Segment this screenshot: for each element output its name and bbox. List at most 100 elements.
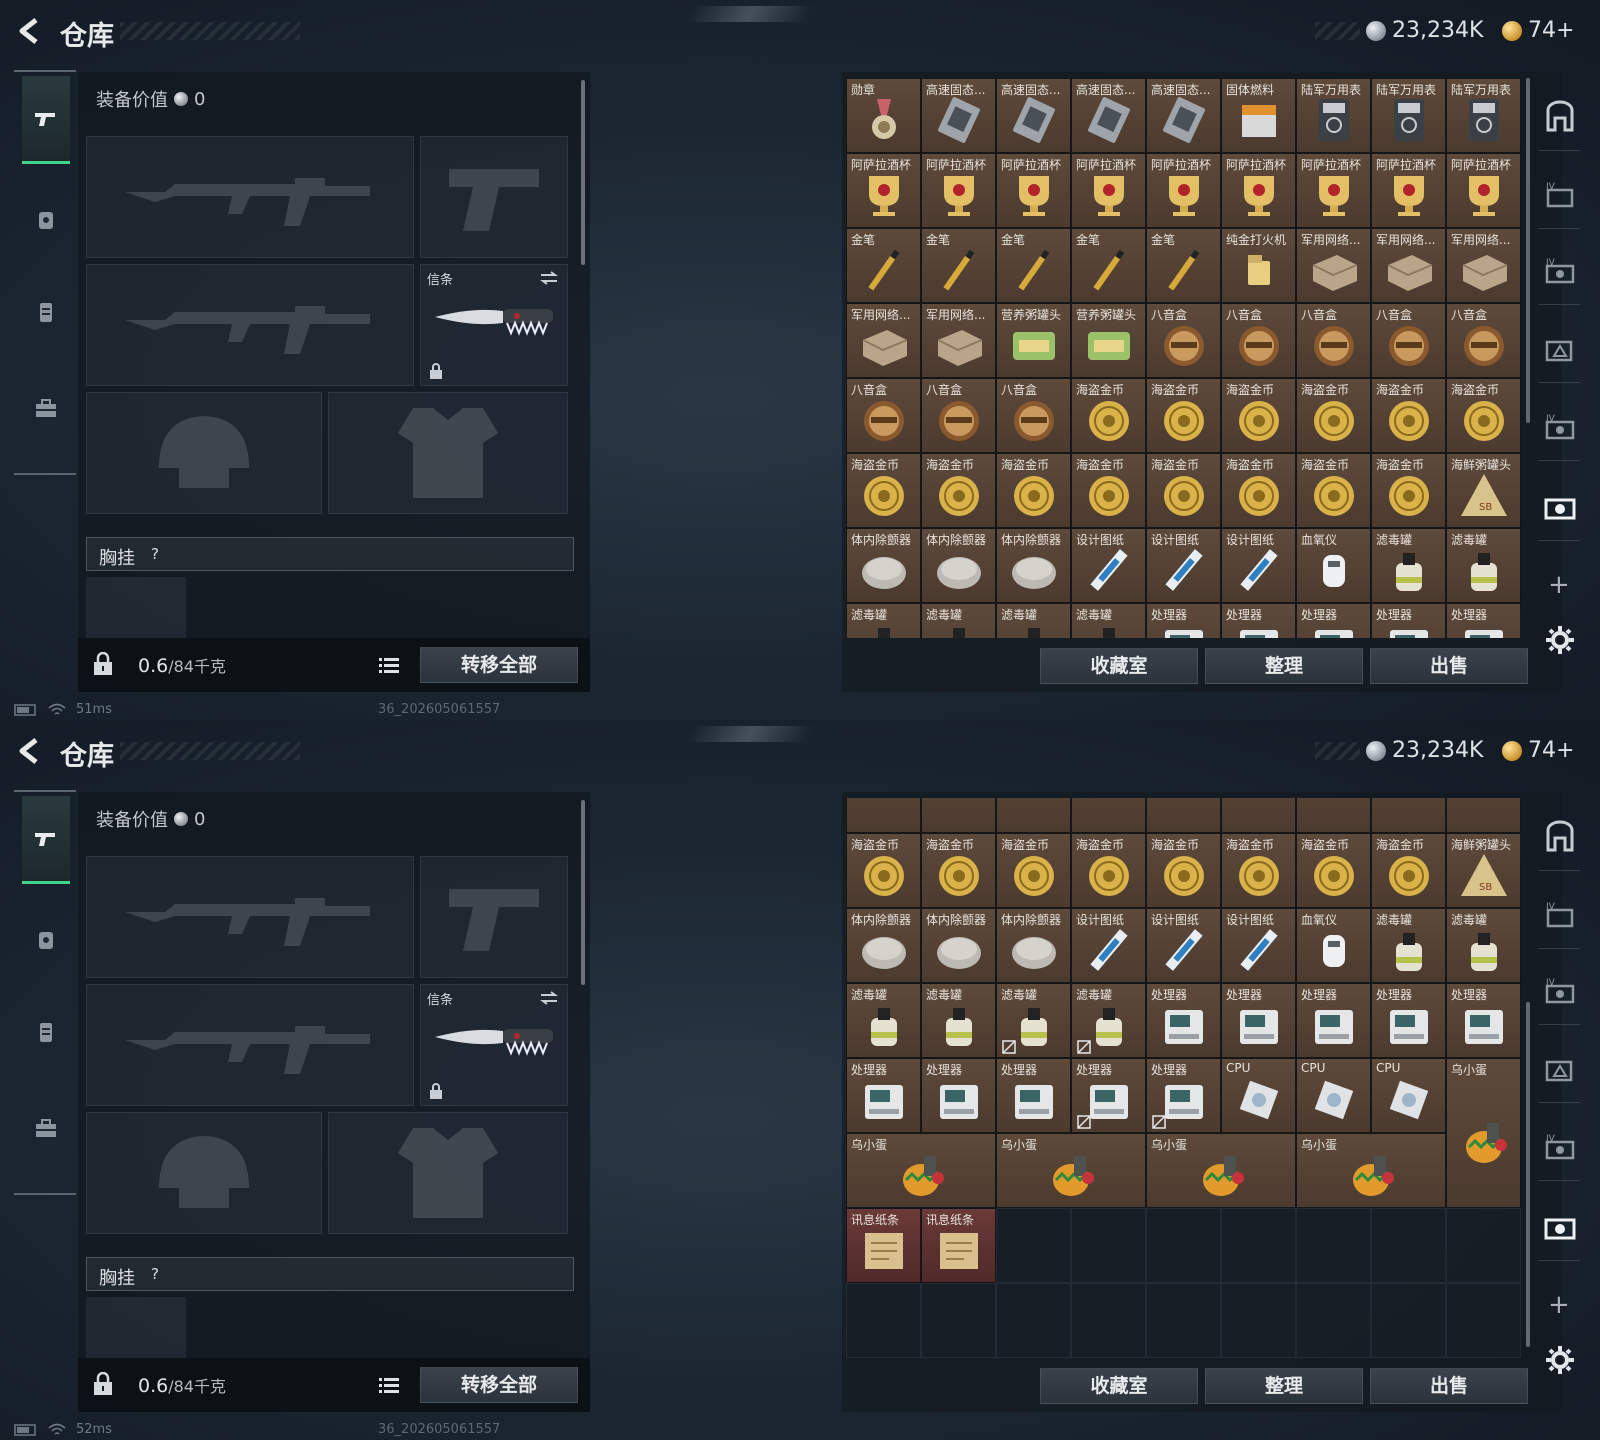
storage-item[interactable]: 军用网络... bbox=[846, 303, 921, 378]
storage-item[interactable]: 八音盒 bbox=[996, 378, 1071, 453]
storage-item[interactable]: 海盗金币 bbox=[1371, 833, 1446, 908]
storage-item[interactable]: 纯金打火机 bbox=[1221, 228, 1296, 303]
equipment-scrollbar[interactable] bbox=[581, 80, 585, 265]
storage-tab-active-icon[interactable] bbox=[1542, 490, 1578, 526]
storage-tab-active-icon[interactable] bbox=[1542, 1210, 1578, 1246]
gear-icon[interactable] bbox=[1544, 1344, 1576, 1376]
storage-tab-camera-icon[interactable]: IV bbox=[1542, 254, 1578, 290]
chest-rig-slot[interactable] bbox=[86, 1297, 186, 1359]
storage-item[interactable]: 滤毒罐 bbox=[1446, 528, 1521, 603]
storage-tab-triangle-icon[interactable] bbox=[1542, 332, 1578, 368]
safe-box-icon[interactable] bbox=[1542, 100, 1578, 136]
nav-weapons[interactable] bbox=[22, 76, 70, 164]
storage-item[interactable]: 海盗金币 bbox=[1371, 453, 1446, 528]
storage-item[interactable]: 海盗金币 bbox=[1221, 833, 1296, 908]
storage-tab-camera-icon[interactable]: IV bbox=[1542, 974, 1578, 1010]
storage-item[interactable]: 阿萨拉酒杯 bbox=[996, 153, 1071, 228]
storage-item[interactable]: 金笔 bbox=[1071, 228, 1146, 303]
storage-item[interactable]: 海盗金币 bbox=[1446, 378, 1521, 453]
storage-item[interactable]: 八音盒 bbox=[1371, 303, 1446, 378]
storage-item[interactable]: 阿萨拉酒杯 bbox=[1446, 153, 1521, 228]
storage-item[interactable]: 处理器 bbox=[996, 1058, 1071, 1133]
helmet-slot[interactable] bbox=[86, 392, 322, 514]
storage-item[interactable]: 阿萨拉酒杯 bbox=[846, 153, 921, 228]
storage-item[interactable]: 处理器 bbox=[846, 1058, 921, 1133]
help-icon[interactable]: ? bbox=[145, 544, 165, 564]
storage-item[interactable]: 海盗金币 bbox=[1146, 833, 1221, 908]
storage-item[interactable]: CPU bbox=[1296, 1058, 1371, 1133]
storage-item[interactable]: 陆军万用表 bbox=[1371, 78, 1446, 153]
storage-item[interactable]: 八音盒 bbox=[846, 378, 921, 453]
storage-item[interactable]: 体内除颤器 bbox=[846, 908, 921, 983]
storage-item[interactable]: 滤毒罐 bbox=[1446, 908, 1521, 983]
back-arrow-icon[interactable] bbox=[14, 16, 44, 46]
storage-item[interactable]: 滤毒罐 bbox=[996, 983, 1071, 1058]
storage-item[interactable]: 海盗金币 bbox=[996, 453, 1071, 528]
storage-item[interactable]: 海盗金币 bbox=[921, 453, 996, 528]
add-tab-icon[interactable]: + bbox=[1548, 1290, 1570, 1320]
storage-item[interactable]: 处理器 bbox=[1146, 1058, 1221, 1133]
storage-item[interactable]: 金笔 bbox=[996, 228, 1071, 303]
storage-item[interactable]: 血氧仪 bbox=[1296, 908, 1371, 983]
body-armor-slot[interactable] bbox=[328, 392, 568, 514]
storage-item[interactable]: 陆军万用表 bbox=[1296, 78, 1371, 153]
storage-item[interactable]: 滤毒罐 bbox=[1371, 528, 1446, 603]
swap-icon[interactable] bbox=[539, 271, 559, 285]
storage-item[interactable]: 滤毒罐 bbox=[1071, 983, 1146, 1058]
storage-item[interactable]: 体内除颤器 bbox=[921, 908, 996, 983]
storage-item[interactable]: 阿萨拉酒杯 bbox=[1071, 153, 1146, 228]
storage-item[interactable] bbox=[846, 798, 921, 833]
storage-item[interactable]: 高速固态... bbox=[1071, 78, 1146, 153]
melee-slot[interactable]: 信条 bbox=[420, 264, 568, 386]
helmet-slot[interactable] bbox=[86, 1112, 322, 1234]
storage-item[interactable]: 海盗金币 bbox=[1146, 378, 1221, 453]
storage-item[interactable]: 高速固态... bbox=[996, 78, 1071, 153]
sort-button[interactable]: 整理 bbox=[1205, 1368, 1363, 1404]
storage-item[interactable]: 滤毒罐 bbox=[846, 983, 921, 1058]
storage-item[interactable]: 乌小蛋 bbox=[1296, 1133, 1446, 1208]
storage-item[interactable]: 乌小蛋 bbox=[1146, 1133, 1296, 1208]
back-arrow-icon[interactable] bbox=[14, 736, 44, 766]
storage-item[interactable]: 海盗金币 bbox=[1146, 453, 1221, 528]
storage-item[interactable]: 滤毒罐 bbox=[921, 983, 996, 1058]
storage-item[interactable]: 设计图纸 bbox=[1221, 528, 1296, 603]
storage-item[interactable]: 海盗金币 bbox=[1371, 378, 1446, 453]
storage-item[interactable]: 海盗金币 bbox=[846, 833, 921, 908]
storage-item[interactable]: 处理器 bbox=[1071, 1058, 1146, 1133]
storage-item[interactable]: 海盗金币 bbox=[1296, 833, 1371, 908]
storage-tab-camera-icon[interactable]: IV bbox=[1542, 1130, 1578, 1166]
nav-helmet-armor[interactable] bbox=[22, 176, 70, 264]
collection-room-button[interactable]: 收藏室 bbox=[1040, 1368, 1198, 1404]
storage-item[interactable]: 处理器 bbox=[1371, 603, 1446, 638]
storage-item[interactable]: 设计图纸 bbox=[1146, 528, 1221, 603]
storage-tab-camera-icon[interactable]: IV bbox=[1542, 410, 1578, 446]
storage-item[interactable] bbox=[996, 798, 1071, 833]
storage-item[interactable]: CPU bbox=[1221, 1058, 1296, 1133]
transfer-all-button[interactable]: 转移全部 bbox=[420, 1367, 578, 1403]
storage-item[interactable]: 讯息纸条 bbox=[846, 1208, 921, 1283]
storage-item[interactable]: 体内除颤器 bbox=[846, 528, 921, 603]
sell-button[interactable]: 出售 bbox=[1370, 1368, 1528, 1404]
storage-item[interactable] bbox=[1221, 798, 1296, 833]
storage-item[interactable]: 八音盒 bbox=[1221, 303, 1296, 378]
sort-button[interactable]: 整理 bbox=[1205, 648, 1363, 684]
collection-room-button[interactable]: 收藏室 bbox=[1040, 648, 1198, 684]
swap-icon[interactable] bbox=[539, 991, 559, 1005]
storage-tab-iv-icon[interactable]: IV bbox=[1542, 178, 1578, 214]
storage-item[interactable]: 海盗金币 bbox=[1071, 833, 1146, 908]
storage-item[interactable]: 处理器 bbox=[1221, 603, 1296, 638]
lock-icon[interactable] bbox=[92, 652, 114, 676]
secondary-weapon-slot[interactable] bbox=[86, 264, 414, 386]
storage-scrollbar[interactable] bbox=[1526, 78, 1530, 423]
storage-scrollbar[interactable] bbox=[1526, 1002, 1530, 1347]
storage-item[interactable]: 体内除颤器 bbox=[921, 528, 996, 603]
storage-item[interactable]: 阿萨拉酒杯 bbox=[921, 153, 996, 228]
storage-item[interactable] bbox=[1446, 798, 1521, 833]
list-icon[interactable] bbox=[374, 650, 404, 680]
storage-item[interactable] bbox=[1371, 798, 1446, 833]
list-icon[interactable] bbox=[374, 1370, 404, 1400]
storage-item[interactable]: 处理器 bbox=[1146, 983, 1221, 1058]
storage-item[interactable]: 处理器 bbox=[1296, 603, 1371, 638]
storage-item[interactable]: 八音盒 bbox=[1446, 303, 1521, 378]
storage-item[interactable]: 军用网络... bbox=[1446, 228, 1521, 303]
